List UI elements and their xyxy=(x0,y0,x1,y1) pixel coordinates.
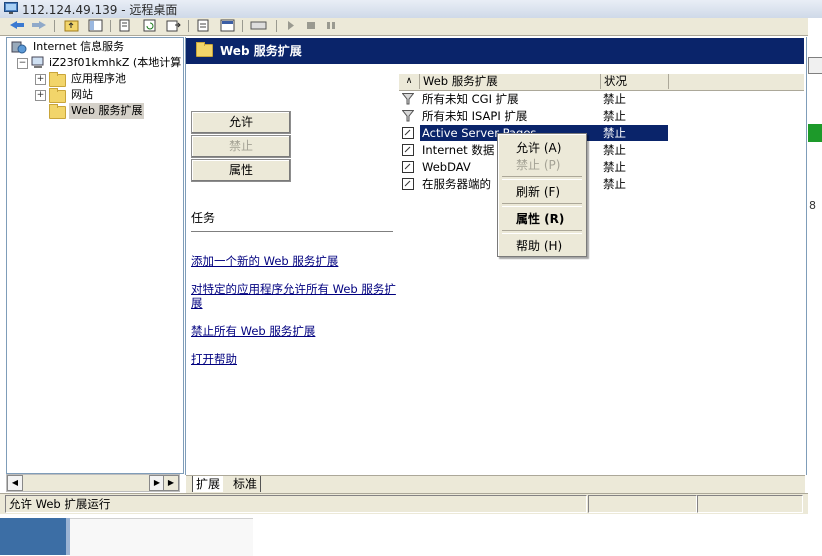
export-list-icon[interactable] xyxy=(166,19,182,32)
menu-separator xyxy=(502,176,582,180)
list-header: ∧ Web 服务扩展 状况 xyxy=(399,74,804,91)
task-link-add-extension[interactable]: 添加一个新的 Web 服务扩展 xyxy=(191,254,391,268)
task-link-deny-all[interactable]: 禁止所有 Web 服务扩展 xyxy=(191,324,391,338)
show-tree-icon[interactable] xyxy=(88,19,104,32)
taskbar-panel xyxy=(70,518,253,556)
deny-button[interactable]: 禁止 xyxy=(191,135,291,158)
list-row[interactable]: 所有未知 ISAPI 扩展 禁止 xyxy=(399,108,804,125)
scroll-left-icon[interactable]: ◀ xyxy=(7,475,23,491)
pause-icon[interactable] xyxy=(326,19,336,32)
status-cell xyxy=(588,495,697,513)
folder-icon xyxy=(49,88,66,103)
context-menu: 允许 (A) 禁止 (P) 刷新 (F) 属性 (R) 帮助 (H) xyxy=(497,133,587,257)
iis-icon xyxy=(11,41,27,54)
row-status: 禁止 xyxy=(603,126,626,140)
tree-computer-label: iZ23f01kmhkZ (本地计算 xyxy=(49,56,182,69)
view-tabs xyxy=(186,475,805,493)
tasks-heading: 任务 xyxy=(191,211,216,225)
row-name: 在服务器端的 xyxy=(422,177,491,191)
toolbar-separator xyxy=(242,20,243,32)
tree-pane: Internet 信息服务 − iZ23f01kmhkZ (本地计算 + 应用程… xyxy=(6,37,184,474)
extension-icon xyxy=(402,178,414,190)
pane-toggle-icon[interactable]: ▶ xyxy=(163,475,179,491)
connect-icon[interactable] xyxy=(250,19,268,32)
column-header-status[interactable]: 状况 xyxy=(601,74,669,89)
remote-frame-edge xyxy=(808,18,822,518)
help-icon[interactable] xyxy=(220,19,236,32)
task-link-allow-all-for-app[interactable]: 对特定的应用程序允许所有 Web 服务扩展 xyxy=(191,282,397,310)
toolbar xyxy=(0,18,808,36)
tree-item-label: 网站 xyxy=(71,88,93,101)
list-row[interactable]: 所有未知 CGI 扩展 禁止 xyxy=(399,91,804,108)
toolbar-separator xyxy=(188,20,189,32)
up-level-icon[interactable] xyxy=(64,19,80,32)
play-icon[interactable] xyxy=(286,19,296,32)
menu-separator xyxy=(502,230,582,234)
menu-item-help[interactable]: 帮助 (H) xyxy=(516,237,562,254)
folder-icon xyxy=(49,72,66,87)
list-row-selected[interactable]: Active Server Pages 禁止 xyxy=(399,125,804,142)
menu-item-properties[interactable]: 属性 (R) xyxy=(516,210,564,227)
row-name: 所有未知 ISAPI 扩展 xyxy=(422,109,528,123)
tab-standard[interactable]: 标准 xyxy=(230,476,262,492)
refresh-icon[interactable] xyxy=(142,19,158,32)
toolbar-separator xyxy=(276,20,277,32)
list-row[interactable]: Internet 数据 禁止 xyxy=(399,142,804,159)
menu-item-refresh[interactable]: 刷新 (F) xyxy=(516,183,560,200)
task-link-open-help[interactable]: 打开帮助 xyxy=(191,352,391,366)
folder-icon xyxy=(49,104,66,119)
menu-separator xyxy=(502,203,582,207)
row-status: 禁止 xyxy=(603,160,626,174)
expand-icon[interactable]: + xyxy=(35,74,46,85)
folder-icon xyxy=(196,42,213,57)
expand-icon[interactable]: + xyxy=(35,90,46,101)
menu-item-deny[interactable]: 禁止 (P) xyxy=(516,156,560,173)
row-name: WebDAV xyxy=(422,160,471,174)
row-name: 所有未知 CGI 扩展 xyxy=(422,92,519,106)
filter-icon xyxy=(402,93,414,105)
extension-icon xyxy=(402,161,414,173)
tree-item-label: 应用程序池 xyxy=(71,72,126,85)
partial-arrow-icon xyxy=(808,124,822,142)
tree-root-label: Internet 信息服务 xyxy=(33,40,125,53)
title-bar: 112.124.49.139 - 远程桌面 xyxy=(0,0,822,19)
tab-extended[interactable]: 扩展 xyxy=(192,476,224,492)
row-status: 禁止 xyxy=(603,143,626,157)
row-status: 禁止 xyxy=(603,177,626,191)
properties-button[interactable]: 属性 xyxy=(191,159,291,182)
taskbar xyxy=(0,518,66,555)
forward-icon[interactable] xyxy=(30,19,48,32)
computer-icon xyxy=(31,56,44,68)
status-text: 允许 Web 扩展运行 xyxy=(9,497,111,511)
tasks-divider xyxy=(191,231,393,232)
properties-icon[interactable] xyxy=(196,19,212,32)
window-title: 112.124.49.139 - 远程桌面 xyxy=(22,3,178,17)
copy-icon[interactable] xyxy=(118,19,134,32)
column-header-extension[interactable]: Web 服务扩展 xyxy=(420,74,601,89)
extension-icon xyxy=(402,144,414,156)
row-status: 禁止 xyxy=(603,109,626,123)
tree-horizontal-scrollbar[interactable]: ◀ ▶ xyxy=(6,474,180,492)
row-status: 禁止 xyxy=(603,92,626,106)
row-name: Internet 数据 xyxy=(422,143,495,157)
status-cell xyxy=(697,495,803,513)
extension-icon xyxy=(402,127,414,139)
back-icon[interactable] xyxy=(8,19,26,32)
remote-desktop-icon xyxy=(4,2,18,14)
allow-button[interactable]: 允许 xyxy=(191,111,291,134)
filter-icon xyxy=(402,110,414,122)
menu-item-allow[interactable]: 允许 (A) xyxy=(516,139,561,156)
list-row[interactable]: 在服务器端的 禁止 xyxy=(399,176,804,193)
collapse-icon[interactable]: − xyxy=(17,58,28,69)
list-row[interactable]: WebDAV 禁止 xyxy=(399,159,804,176)
toolbar-separator xyxy=(110,20,111,32)
partial-text: 8 xyxy=(809,199,816,212)
stop-icon[interactable] xyxy=(306,19,316,32)
sort-icon[interactable]: ∧ xyxy=(399,74,420,89)
toolbar-separator xyxy=(54,20,55,32)
page-title: Web 服务扩展 xyxy=(220,44,302,58)
partial-control xyxy=(808,57,822,74)
tree-item-label: Web 服务扩展 xyxy=(69,103,145,119)
